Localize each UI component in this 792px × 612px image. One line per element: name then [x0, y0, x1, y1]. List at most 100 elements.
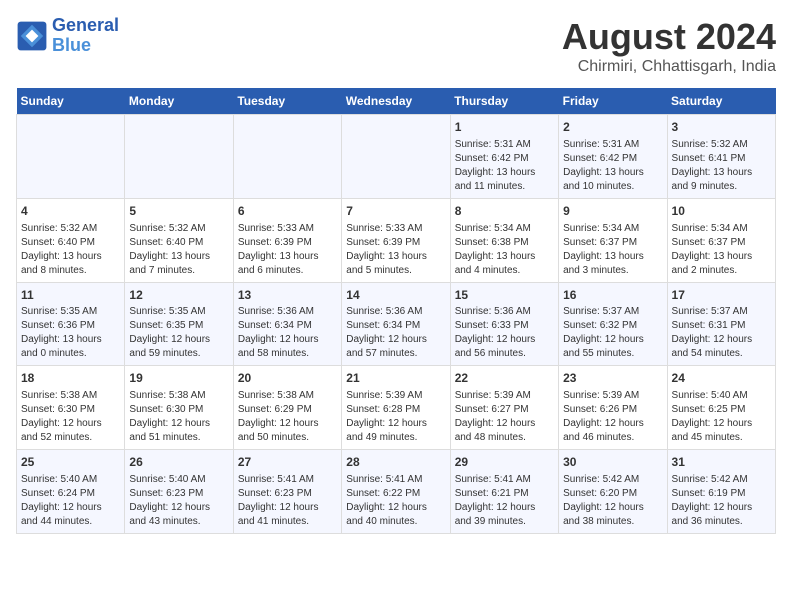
logo-line1: General	[52, 16, 119, 36]
cell-content: Sunrise: 5:41 AM Sunset: 6:23 PM Dayligh…	[238, 473, 337, 529]
day-of-week-header: Sunday	[17, 88, 125, 115]
day-number: 25	[21, 454, 120, 471]
day-number: 4	[21, 203, 120, 220]
cell-content: Sunrise: 5:34 AM Sunset: 6:37 PM Dayligh…	[563, 222, 662, 278]
cell-content: Sunrise: 5:32 AM Sunset: 6:40 PM Dayligh…	[21, 222, 120, 278]
calendar-cell: 23 Sunrise: 5:39 AM Sunset: 6:26 PM Dayli…	[559, 366, 667, 450]
calendar-cell: 21Sunrise: 5:39 AM Sunset: 6:28 PM Dayli…	[342, 366, 450, 450]
title-block: August 2024 Chirmiri, Chhattisgarh, Indi…	[562, 16, 776, 76]
cell-content: Sunrise: 5:38 AM Sunset: 6:29 PM Dayligh…	[238, 389, 337, 445]
calendar-week-row: 11Sunrise: 5:35 AM Sunset: 6:36 PM Dayli…	[17, 282, 776, 366]
calendar-cell: 17Sunrise: 5:37 AM Sunset: 6:31 PM Dayli…	[667, 282, 775, 366]
calendar-cell: 14Sunrise: 5:36 AM Sunset: 6:34 PM Dayli…	[342, 282, 450, 366]
cell-content: Sunrise: 5:42 AM Sunset: 6:20 PM Dayligh…	[563, 473, 662, 529]
calendar-cell: 8 Sunrise: 5:34 AM Sunset: 6:38 PM Daylig…	[450, 198, 558, 282]
cell-content: Sunrise: 5:35 AM Sunset: 6:35 PM Dayligh…	[129, 305, 228, 361]
calendar-cell: 15Sunrise: 5:36 AM Sunset: 6:33 PM Dayli…	[450, 282, 558, 366]
day-of-week-header: Thursday	[450, 88, 558, 115]
logo: General Blue	[16, 16, 119, 56]
day-number: 17	[672, 287, 771, 304]
calendar-cell: 19 Sunrise: 5:38 AM Sunset: 6:30 PM Dayli…	[125, 366, 233, 450]
day-number: 9	[563, 203, 662, 220]
calendar-header-row: SundayMondayTuesdayWednesdayThursdayFrid…	[17, 88, 776, 115]
main-title: August 2024	[562, 16, 776, 58]
day-number: 21	[346, 370, 445, 387]
day-number: 3	[672, 119, 771, 136]
calendar-cell: 20 Sunrise: 5:38 AM Sunset: 6:29 PM Dayli…	[233, 366, 341, 450]
day-number: 26	[129, 454, 228, 471]
cell-content: Sunrise: 5:33 AM Sunset: 6:39 PM Dayligh…	[346, 222, 445, 278]
calendar-cell: 2Sunrise: 5:31 AM Sunset: 6:42 PM Daylig…	[559, 115, 667, 199]
cell-content: Sunrise: 5:36 AM Sunset: 6:34 PM Dayligh…	[238, 305, 337, 361]
calendar-cell: 22 Sunrise: 5:39 AM Sunset: 6:27 PM Dayli…	[450, 366, 558, 450]
calendar-body: 1 Sunrise: 5:31 AM Sunset: 6:42 PM Daylig…	[17, 115, 776, 534]
calendar-cell	[125, 115, 233, 199]
day-number: 28	[346, 454, 445, 471]
day-number: 27	[238, 454, 337, 471]
calendar-cell	[17, 115, 125, 199]
calendar-cell: 25 Sunrise: 5:40 AM Sunset: 6:24 PM Dayli…	[17, 450, 125, 534]
day-number: 19	[129, 370, 228, 387]
calendar-cell: 18 Sunrise: 5:38 AM Sunset: 6:30 PM Dayli…	[17, 366, 125, 450]
day-of-week-header: Tuesday	[233, 88, 341, 115]
cell-content: Sunrise: 5:39 AM Sunset: 6:26 PM Dayligh…	[563, 389, 662, 445]
page-header: General Blue August 2024 Chirmiri, Chhat…	[16, 16, 776, 76]
day-number: 7	[346, 203, 445, 220]
day-of-week-header: Friday	[559, 88, 667, 115]
cell-content: Sunrise: 5:32 AM Sunset: 6:41 PM Dayligh…	[672, 138, 771, 194]
day-number: 23	[563, 370, 662, 387]
calendar-week-row: 4 Sunrise: 5:32 AM Sunset: 6:40 PM Daylig…	[17, 198, 776, 282]
day-number: 15	[455, 287, 554, 304]
calendar-table: SundayMondayTuesdayWednesdayThursdayFrid…	[16, 88, 776, 534]
calendar-cell: 5Sunrise: 5:32 AM Sunset: 6:40 PM Daylig…	[125, 198, 233, 282]
day-number: 6	[238, 203, 337, 220]
calendar-week-row: 1 Sunrise: 5:31 AM Sunset: 6:42 PM Daylig…	[17, 115, 776, 199]
logo-line2: Blue	[52, 36, 119, 56]
calendar-cell: 28 Sunrise: 5:41 AM Sunset: 6:22 PM Dayli…	[342, 450, 450, 534]
calendar-cell: 30 Sunrise: 5:42 AM Sunset: 6:20 PM Dayli…	[559, 450, 667, 534]
day-number: 18	[21, 370, 120, 387]
day-number: 14	[346, 287, 445, 304]
calendar-cell: 12Sunrise: 5:35 AM Sunset: 6:35 PM Dayli…	[125, 282, 233, 366]
calendar-cell: 3 Sunrise: 5:32 AM Sunset: 6:41 PM Daylig…	[667, 115, 775, 199]
subtitle: Chirmiri, Chhattisgarh, India	[562, 58, 776, 76]
cell-content: Sunrise: 5:33 AM Sunset: 6:39 PM Dayligh…	[238, 222, 337, 278]
day-number: 5	[129, 203, 228, 220]
calendar-cell: 1 Sunrise: 5:31 AM Sunset: 6:42 PM Daylig…	[450, 115, 558, 199]
day-number: 13	[238, 287, 337, 304]
cell-content: Sunrise: 5:34 AM Sunset: 6:38 PM Dayligh…	[455, 222, 554, 278]
calendar-cell: 11Sunrise: 5:35 AM Sunset: 6:36 PM Dayli…	[17, 282, 125, 366]
cell-content: Sunrise: 5:38 AM Sunset: 6:30 PM Dayligh…	[21, 389, 120, 445]
calendar-cell: 27 Sunrise: 5:41 AM Sunset: 6:23 PM Dayli…	[233, 450, 341, 534]
cell-content: Sunrise: 5:31 AM Sunset: 6:42 PM Dayligh…	[563, 138, 662, 194]
cell-content: Sunrise: 5:36 AM Sunset: 6:33 PM Dayligh…	[455, 305, 554, 361]
day-number: 31	[672, 454, 771, 471]
calendar-cell	[233, 115, 341, 199]
cell-content: Sunrise: 5:41 AM Sunset: 6:22 PM Dayligh…	[346, 473, 445, 529]
logo-icon	[16, 20, 48, 52]
cell-content: Sunrise: 5:35 AM Sunset: 6:36 PM Dayligh…	[21, 305, 120, 361]
day-number: 11	[21, 287, 120, 304]
day-number: 29	[455, 454, 554, 471]
calendar-cell: 31 Sunrise: 5:42 AM Sunset: 6:19 PM Dayli…	[667, 450, 775, 534]
calendar-cell: 16Sunrise: 5:37 AM Sunset: 6:32 PM Dayli…	[559, 282, 667, 366]
calendar-cell: 4 Sunrise: 5:32 AM Sunset: 6:40 PM Daylig…	[17, 198, 125, 282]
calendar-cell: 6 Sunrise: 5:33 AM Sunset: 6:39 PM Daylig…	[233, 198, 341, 282]
cell-content: Sunrise: 5:38 AM Sunset: 6:30 PM Dayligh…	[129, 389, 228, 445]
calendar-cell	[342, 115, 450, 199]
day-number: 30	[563, 454, 662, 471]
cell-content: Sunrise: 5:37 AM Sunset: 6:31 PM Dayligh…	[672, 305, 771, 361]
cell-content: Sunrise: 5:42 AM Sunset: 6:19 PM Dayligh…	[672, 473, 771, 529]
cell-content: Sunrise: 5:39 AM Sunset: 6:27 PM Dayligh…	[455, 389, 554, 445]
calendar-week-row: 18 Sunrise: 5:38 AM Sunset: 6:30 PM Dayli…	[17, 366, 776, 450]
calendar-cell: 10Sunrise: 5:34 AM Sunset: 6:37 PM Dayli…	[667, 198, 775, 282]
day-number: 20	[238, 370, 337, 387]
day-number: 22	[455, 370, 554, 387]
cell-content: Sunrise: 5:40 AM Sunset: 6:24 PM Dayligh…	[21, 473, 120, 529]
day-number: 24	[672, 370, 771, 387]
calendar-cell: 13Sunrise: 5:36 AM Sunset: 6:34 PM Dayli…	[233, 282, 341, 366]
cell-content: Sunrise: 5:31 AM Sunset: 6:42 PM Dayligh…	[455, 138, 554, 194]
cell-content: Sunrise: 5:34 AM Sunset: 6:37 PM Dayligh…	[672, 222, 771, 278]
day-number: 8	[455, 203, 554, 220]
day-number: 1	[455, 119, 554, 136]
